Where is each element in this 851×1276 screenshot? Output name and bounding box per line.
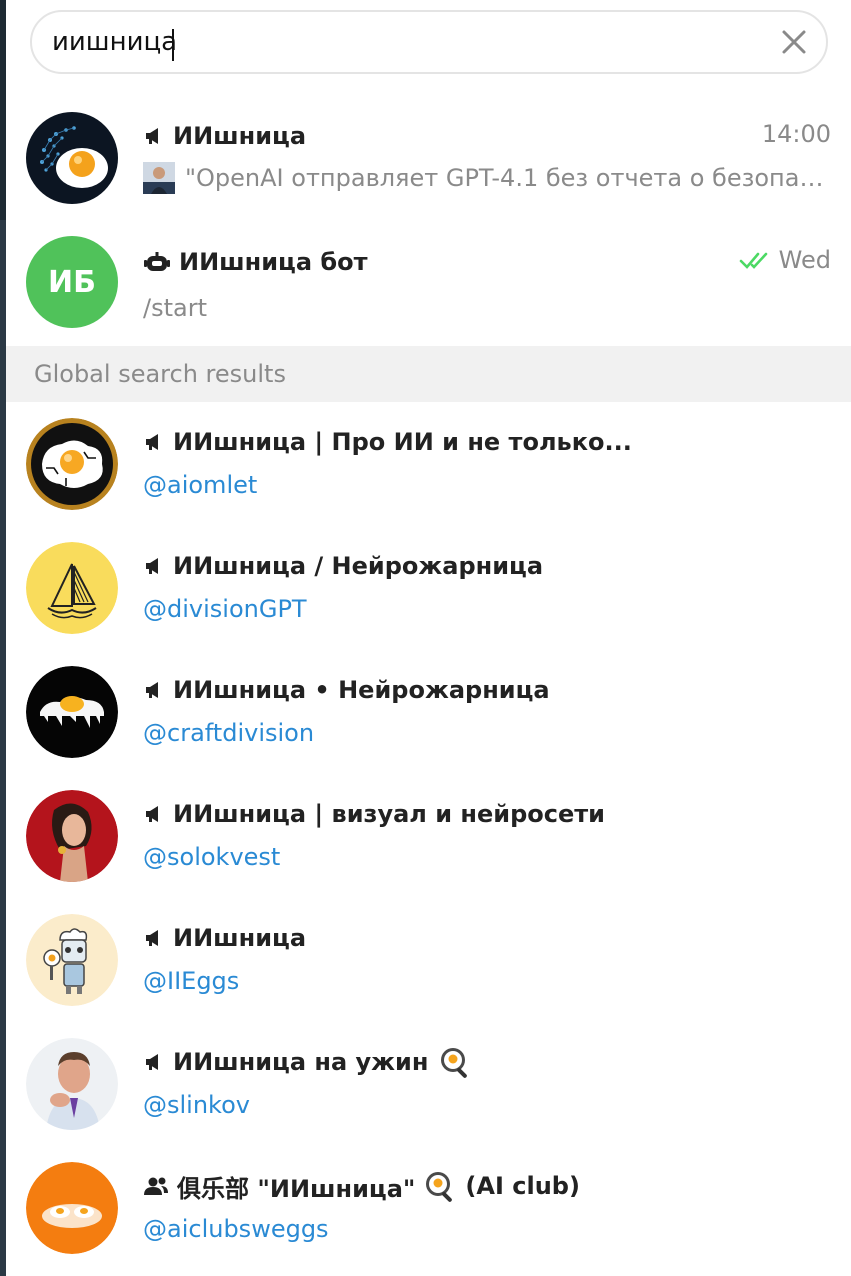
result-row-solokvest[interactable]: ИИшница | визуал и нейросети @solokvest	[6, 776, 851, 900]
result-row-aiclubsweggs[interactable]: 俱乐部 "ИИшница" (AI club) @aiclubsweggs	[6, 1148, 851, 1272]
result-handle[interactable]: @slinkov	[143, 1091, 250, 1119]
chat-meta: Wed	[739, 246, 831, 274]
megaphone-icon	[146, 806, 158, 822]
double-check-icon	[739, 252, 767, 269]
section-title: Global search results	[34, 360, 286, 388]
title-line: ИИшница | визуал и нейросети	[143, 796, 605, 832]
preview-text: "OpenAI отправляет GPT-4.1 без отчета о …	[185, 164, 833, 192]
avatar	[26, 666, 118, 758]
result-title-suffix: (AI club)	[465, 1172, 580, 1200]
chat-preview: "OpenAI отправляет GPT-4.1 без отчета о …	[143, 162, 833, 194]
frying-pan-egg-icon	[441, 1048, 468, 1078]
clear-search-button[interactable]	[778, 26, 810, 58]
avatar	[26, 542, 118, 634]
title-line: 俱乐部 "ИИшница" (AI club)	[143, 1168, 580, 1204]
megaphone-icon	[146, 128, 158, 144]
result-title: 俱乐部 "ИИшница"	[177, 1174, 416, 1203]
result-title: ИИшница • Нейрожарница	[173, 676, 550, 704]
result-title: ИИшница на ужин	[173, 1048, 429, 1076]
title-line: ИИшница / Нейрожарница	[143, 548, 543, 584]
close-icon	[782, 30, 806, 54]
bot-icon	[144, 252, 170, 271]
result-handle[interactable]: @craftdivision	[143, 719, 314, 747]
result-title: ИИшница / Нейрожарница	[173, 552, 544, 580]
chat-title: ИИшница	[173, 122, 307, 150]
search-input[interactable]	[52, 24, 752, 60]
title-line: ИИшница на ужин	[143, 1044, 472, 1080]
result-title: ИИшница | визуал и нейросети	[173, 800, 605, 828]
text-caret	[172, 29, 174, 61]
megaphone-icon	[146, 930, 158, 946]
chat-title: ИИшница бот	[179, 248, 368, 276]
result-handle[interactable]: @IIEggs	[143, 967, 239, 995]
title-line: ИИшница | Про ИИ и не только...	[143, 424, 632, 460]
title-line: ИИшница	[143, 118, 306, 154]
chat-row-iishnitsa-bot[interactable]: ИБ ИИшница бот Wed /start	[6, 222, 851, 346]
megaphone-icon	[146, 558, 158, 574]
avatar: ИБ	[26, 236, 118, 328]
result-handle[interactable]: @solokvest	[143, 843, 280, 871]
title-line: ИИшница бот	[143, 244, 368, 280]
result-handle[interactable]: @aiomlet	[143, 471, 257, 499]
global-search-header: Global search results	[6, 346, 851, 402]
title-line: ИИшница • Нейрожарница	[143, 672, 550, 708]
chat-time: Wed	[778, 246, 831, 274]
megaphone-icon	[146, 434, 158, 450]
chat-row-iishnitsa[interactable]: ИИшница 14:00 "OpenAI отправляет GPT-4.1…	[6, 98, 851, 222]
avatar	[26, 418, 118, 510]
megaphone-icon	[146, 1054, 158, 1070]
result-handle[interactable]: @aiclubsweggs	[143, 1215, 329, 1243]
preview-thumbnail	[143, 162, 175, 194]
result-row-craftdivision[interactable]: ИИшница • Нейрожарница @craftdivision	[6, 652, 851, 776]
group-icon	[144, 1177, 168, 1195]
title-line: ИИшница	[143, 920, 306, 956]
result-row-divisiongpt[interactable]: ИИшница / Нейрожарница @divisionGPT	[6, 528, 851, 652]
result-row-slinkov[interactable]: ИИшница на ужин @slinkov	[6, 1024, 851, 1148]
result-handle[interactable]: @divisionGPT	[143, 595, 307, 623]
result-row-iieggs[interactable]: ИИшница @IIEggs	[6, 900, 851, 1024]
avatar	[26, 1038, 118, 1130]
avatar	[26, 914, 118, 1006]
result-row-aiomlet[interactable]: ИИшница | Про ИИ и не только... @aiomlet	[6, 404, 851, 528]
frying-pan-egg-icon	[426, 1172, 453, 1202]
avatar	[26, 1162, 118, 1254]
search-box[interactable]	[30, 10, 828, 74]
chat-preview: /start	[143, 294, 207, 322]
result-title: ИИшница	[173, 924, 307, 952]
avatar-initials: ИБ	[48, 264, 96, 300]
avatar	[26, 112, 118, 204]
avatar	[26, 790, 118, 882]
chat-time: 14:00	[761, 120, 831, 148]
result-title: ИИшница | Про ИИ и не только...	[173, 428, 632, 456]
megaphone-icon	[146, 682, 158, 698]
